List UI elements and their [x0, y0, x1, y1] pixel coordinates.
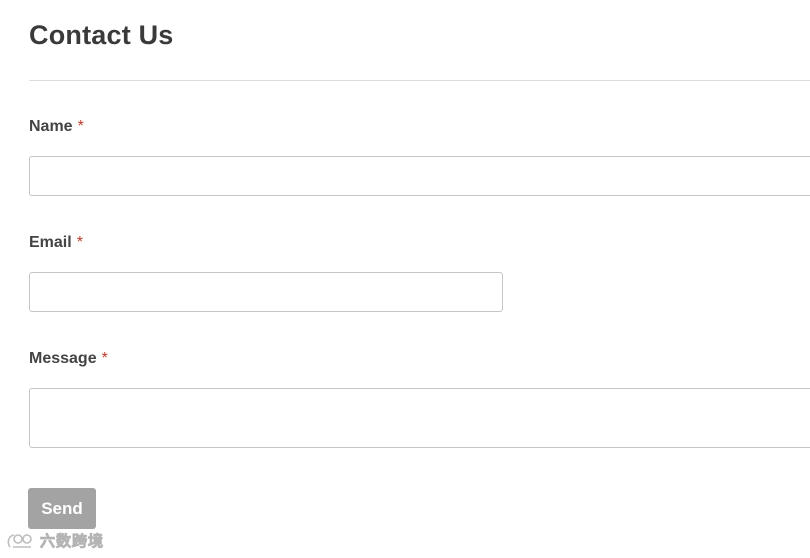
name-input[interactable]	[29, 156, 810, 196]
email-label-text: Email	[29, 234, 72, 251]
name-label-text: Name	[29, 118, 73, 135]
email-input[interactable]	[29, 272, 503, 312]
watermark-text: 六数跨境	[40, 532, 105, 551]
title-divider	[29, 80, 810, 81]
email-label: Email *	[29, 234, 83, 252]
required-marker: *	[76, 234, 83, 251]
name-label: Name *	[29, 118, 84, 136]
send-button[interactable]: Send	[28, 488, 96, 529]
message-label-text: Message	[29, 350, 97, 367]
watermark: 六数跨境	[6, 530, 104, 551]
logo-icon	[7, 533, 32, 548]
message-textarea[interactable]	[29, 388, 810, 448]
contact-page: Contact Us Name * Email * Message * Send 六数…	[0, 0, 810, 558]
message-label: Message *	[29, 350, 108, 368]
required-marker: *	[101, 350, 108, 367]
required-marker: *	[77, 118, 84, 135]
page-title: Contact Us	[29, 20, 174, 50]
